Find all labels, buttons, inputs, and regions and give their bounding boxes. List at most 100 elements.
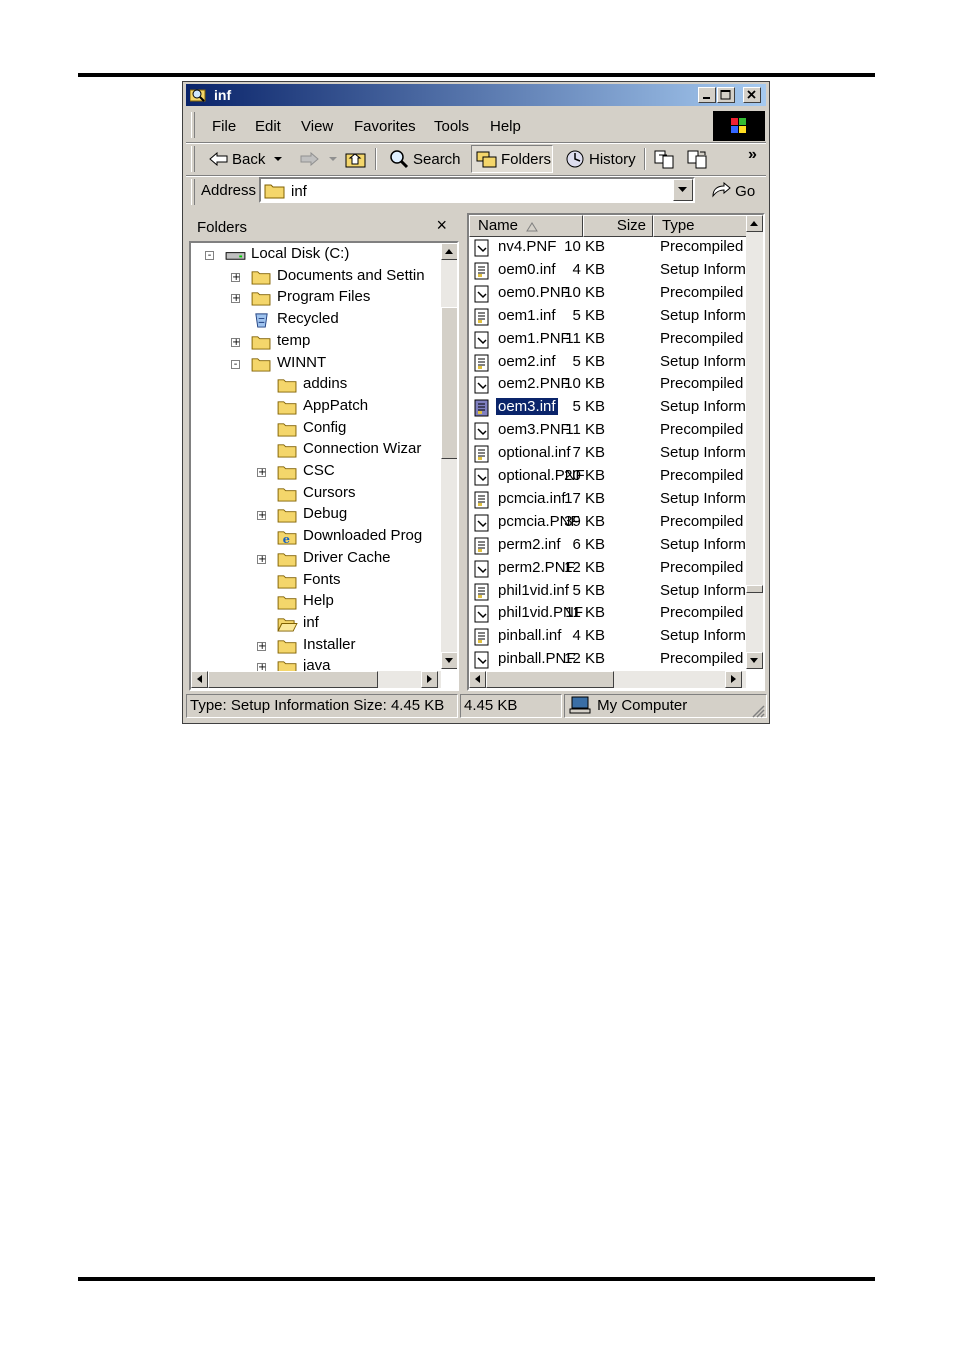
menu-edit[interactable]: Edit <box>255 118 281 135</box>
file-name[interactable]: pinball.inf <box>496 627 563 644</box>
file-name[interactable]: optional.inf <box>496 444 573 461</box>
file-row[interactable]: oem2.PNF 10 KB Precompiled <box>469 374 749 397</box>
file-name[interactable]: phil1vid.inf <box>496 582 571 599</box>
menu-file[interactable]: File <box>212 118 236 135</box>
folder-tree-item[interactable]: + Driver Cache <box>191 549 441 571</box>
folder-tree-item[interactable]: + CSC <box>191 462 441 484</box>
column-header-name[interactable]: Name <box>469 215 583 237</box>
forward-dropdown-icon[interactable] <box>328 155 340 163</box>
folder-tree-item[interactable]: Cursors <box>191 484 441 506</box>
folder-tree-vertical-scrollbar[interactable] <box>441 243 457 669</box>
maximize-button[interactable] <box>717 87 735 103</box>
menu-help[interactable]: Help <box>490 118 521 135</box>
file-list[interactable]: Name Size Type nv4.PNF 10 KB Precompiled oe… <box>467 213 765 691</box>
scroll-up-button[interactable] <box>746 215 763 232</box>
scroll-left-button[interactable] <box>469 671 486 688</box>
address-dropdown-button[interactable] <box>673 179 693 201</box>
file-row[interactable]: pcmcia.inf 17 KB Setup Inform <box>469 489 749 512</box>
menu-grip[interactable] <box>191 112 195 138</box>
toolbar-grip[interactable] <box>191 146 195 172</box>
file-list-horizontal-scrollbar[interactable] <box>469 671 746 688</box>
file-row[interactable]: pinball.PNF 12 KB Precompiled <box>469 649 749 669</box>
file-name[interactable]: pcmcia.inf <box>496 490 568 507</box>
file-name[interactable]: oem0.inf <box>496 261 558 278</box>
file-row[interactable]: perm2.inf 6 KB Setup Inform <box>469 535 749 558</box>
search-button[interactable]: Search <box>388 146 461 172</box>
folder-tree-item[interactable]: + Debug <box>191 505 441 527</box>
file-row[interactable]: phil1vid.PNF 11 KB Precompiled <box>469 603 749 626</box>
file-row[interactable]: optional.PNF 20 KB Precompiled <box>469 466 749 489</box>
scroll-left-button[interactable] <box>191 671 208 688</box>
folder-tree-item[interactable]: - WINNT <box>191 354 441 376</box>
menu-view[interactable]: View <box>301 118 333 135</box>
expand-icon[interactable]: + <box>231 337 240 347</box>
file-row[interactable]: pinball.inf 4 KB Setup Inform <box>469 626 749 649</box>
folder-tree-item[interactable]: Fonts <box>191 571 441 593</box>
column-header-size[interactable]: Size <box>583 215 653 237</box>
menu-tools[interactable]: Tools <box>434 118 469 135</box>
file-row[interactable]: perm2.PNF 12 KB Precompiled <box>469 558 749 581</box>
folder-tree-item[interactable]: Connection Wizar <box>191 440 441 462</box>
folder-tree-item[interactable]: Help <box>191 592 441 614</box>
collapse-icon[interactable]: - <box>205 251 214 261</box>
move-to-button[interactable] <box>653 146 680 172</box>
file-row[interactable]: oem1.inf 5 KB Setup Inform <box>469 306 749 329</box>
file-row-selected[interactable]: oem3.inf 5 KB Setup Inform <box>469 397 749 420</box>
file-name[interactable]: oem1.PNF <box>496 330 572 347</box>
folder-tree-item[interactable]: - Local Disk (C:) <box>191 245 441 267</box>
folders-button[interactable]: Folders <box>471 145 553 173</box>
folder-tree-item[interactable]: + Installer <box>191 636 441 658</box>
file-row[interactable]: oem0.PNF 10 KB Precompiled <box>469 283 749 306</box>
menu-favorites[interactable]: Favorites <box>354 118 416 135</box>
expand-icon[interactable]: + <box>231 272 240 282</box>
folder-tree-item[interactable]: + Documents and Settin <box>191 267 441 289</box>
scroll-thumb[interactable] <box>486 671 614 688</box>
file-name[interactable]: oem3.PNF <box>496 421 572 438</box>
folders-pane-close-button[interactable]: × <box>436 215 447 236</box>
folder-tree-item[interactable]: e Downloaded Prog <box>191 527 441 549</box>
file-row[interactable]: oem0.inf 4 KB Setup Inform <box>469 260 749 283</box>
file-row[interactable]: nv4.PNF 10 KB Precompiled <box>469 237 749 260</box>
scroll-thumb[interactable] <box>746 585 763 593</box>
file-name[interactable]: oem2.inf <box>496 353 558 370</box>
file-name[interactable]: oem3.inf <box>495 397 559 417</box>
resize-grip-icon[interactable] <box>751 704 765 718</box>
go-button[interactable]: Go <box>711 181 755 200</box>
column-header-type[interactable]: Type <box>653 215 749 237</box>
file-name[interactable]: perm2.inf <box>496 536 563 553</box>
folder-tree-item[interactable]: + temp <box>191 332 441 354</box>
folder-tree-item[interactable]: + Program Files <box>191 288 441 310</box>
back-dropdown-icon[interactable] <box>273 155 285 163</box>
folder-tree-item[interactable]: Recycled <box>191 310 441 332</box>
title-bar[interactable]: inf <box>186 84 766 106</box>
file-row[interactable]: optional.inf 7 KB Setup Inform <box>469 443 749 466</box>
scroll-up-button[interactable] <box>441 243 457 260</box>
address-grip[interactable] <box>191 179 195 205</box>
file-row[interactable]: phil1vid.inf 5 KB Setup Inform <box>469 581 749 604</box>
folder-tree-item[interactable]: Config <box>191 419 441 441</box>
scroll-thumb[interactable] <box>441 307 457 459</box>
address-field[interactable]: inf <box>259 177 695 203</box>
file-list-vertical-scrollbar[interactable] <box>746 215 763 669</box>
file-name[interactable]: oem2.PNF <box>496 375 572 392</box>
scroll-right-button[interactable] <box>725 671 742 688</box>
folder-tree-horizontal-scrollbar[interactable] <box>191 671 441 688</box>
file-name[interactable]: nv4.PNF <box>496 238 558 255</box>
back-button[interactable]: Back <box>209 146 288 172</box>
toolbar-more-chevron[interactable]: » <box>748 142 757 168</box>
address-value[interactable]: inf <box>291 183 307 200</box>
expand-icon[interactable]: + <box>257 468 266 478</box>
folder-tree-item[interactable]: inf <box>191 614 441 636</box>
expand-icon[interactable]: + <box>257 641 266 651</box>
file-row[interactable]: oem1.PNF 11 KB Precompiled <box>469 329 749 352</box>
expand-icon[interactable]: + <box>257 554 266 564</box>
folder-tree-item[interactable]: AppPatch <box>191 397 441 419</box>
collapse-icon[interactable]: - <box>231 359 240 369</box>
folder-tree[interactable]: - Local Disk (C:) + Documents and Settin + Pr… <box>189 241 459 691</box>
history-button[interactable]: History <box>564 146 636 172</box>
scroll-right-button[interactable] <box>421 671 438 688</box>
file-row[interactable]: pcmcia.PNF 39 KB Precompiled <box>469 512 749 535</box>
scroll-down-button[interactable] <box>746 652 763 669</box>
file-row[interactable]: oem3.PNF 11 KB Precompiled <box>469 420 749 443</box>
scroll-down-button[interactable] <box>441 652 457 669</box>
